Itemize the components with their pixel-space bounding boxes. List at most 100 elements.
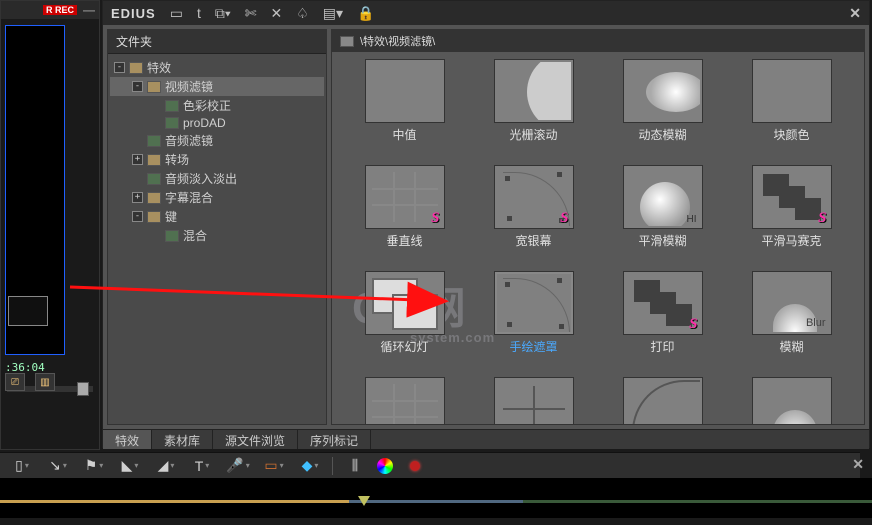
tree-node[interactable]: -特效 [110, 58, 324, 77]
thumbnail-image: HI [624, 166, 702, 228]
panel-tab[interactable]: 源文件浏览 [213, 430, 298, 449]
cursor-up-icon[interactable]: t [197, 5, 201, 21]
folder-icon[interactable]: ▭ [170, 5, 183, 22]
folder-icon [129, 62, 143, 74]
timeline-close-icon[interactable]: ✕ [852, 456, 864, 473]
lock-icon[interactable]: 🔒 [357, 5, 374, 22]
tree-node[interactable]: -视频滤镜 [110, 77, 324, 96]
tree-node[interactable]: 色彩校正 [110, 96, 324, 115]
effect-thumbnail[interactable] [479, 378, 589, 424]
thumbnail-label: 手绘遮罩 [509, 338, 557, 355]
delete-x-icon[interactable]: ✕ [270, 5, 282, 22]
tree-node[interactable]: proDAD [110, 115, 324, 131]
tree-toggle[interactable]: - [132, 81, 143, 92]
folder-icon [147, 192, 161, 204]
thumbnail-label: 平滑模糊 [638, 232, 686, 249]
tree-label: 音频滤镜 [165, 132, 213, 149]
flag-icon[interactable]: ⚑▾ [80, 456, 108, 476]
sliders-icon[interactable]: ⫼ [341, 456, 369, 476]
arrow-down-icon[interactable]: ↘▾ [44, 456, 72, 476]
effect-thumbnail[interactable]: 块颜色 [737, 60, 847, 160]
thumbnail-image [366, 60, 444, 122]
monitor-icon[interactable]: ▭▾ [260, 456, 288, 476]
tree-node[interactable]: 混合 [110, 226, 324, 245]
effect-icon [165, 230, 179, 242]
thumbnail-image: Blur [753, 272, 831, 334]
thumbnail-image [495, 60, 573, 122]
panel-tab[interactable]: 素材库 [152, 430, 213, 449]
folder-tree-panel: 文件夹 -特效-视频滤镜色彩校正proDAD音频滤镜+转场音频淡入淡出+字幕混合… [107, 29, 327, 425]
effect-badge: S [689, 316, 697, 333]
cut-left-icon[interactable]: ◣▾ [116, 456, 144, 476]
effect-thumbnail[interactable]: S平滑马赛克 [737, 166, 847, 266]
preview-tool-1[interactable]: ⎚ [5, 373, 25, 391]
cut-right-icon[interactable]: ◢▾ [152, 456, 180, 476]
thumbnail-label: 循环幻灯 [380, 338, 428, 355]
effect-thumbnail[interactable]: 中值 [350, 60, 460, 160]
effect-badge: S [431, 210, 439, 227]
thumbnail-label: 打印 [650, 338, 674, 355]
tree-toggle[interactable]: + [132, 192, 143, 203]
preview-selection-box[interactable] [8, 296, 48, 326]
effect-icon [147, 135, 161, 147]
effect-thumbnail[interactable]: HI 平滑模糊 [608, 166, 718, 266]
effect-thumbnail[interactable]: 循环幻灯 [350, 272, 460, 372]
page-icon[interactable]: ▯▾ [8, 456, 36, 476]
scissors-icon[interactable]: ✄ [245, 5, 257, 22]
timeline-track[interactable] [0, 500, 872, 503]
effect-thumbnail[interactable]: S 垂直线 [350, 166, 460, 266]
effect-thumbnail[interactable]: S 打印 [608, 272, 718, 372]
tree-toggle[interactable]: - [114, 62, 125, 73]
timeline[interactable] [0, 478, 872, 518]
tree-toggle[interactable]: + [132, 154, 143, 165]
layers-icon[interactable]: ▤▾ [323, 5, 343, 22]
palette-icon[interactable]: ♤ [296, 5, 309, 22]
preview-toolbar: ⎚ ▥ [5, 373, 55, 391]
effect-thumbnail[interactable]: 手绘遮罩 [479, 272, 589, 372]
tree-toggle [150, 230, 161, 241]
effect-badge: S [431, 422, 439, 424]
effect-thumbnail[interactable]: S宽银幕 [479, 166, 589, 266]
effects-grid[interactable]: GXI网 system.com 中值光栅滚动动态模糊块颜色S垂直线S宽银幕HI平… [332, 52, 864, 424]
effect-thumbnail[interactable] [608, 378, 718, 424]
effect-thumbnail[interactable]: S [350, 378, 460, 424]
thumbnail-image: S [753, 166, 831, 228]
tree-node[interactable]: +字幕混合 [110, 188, 324, 207]
tree-node[interactable]: +转场 [110, 150, 324, 169]
tree-label: 键 [165, 208, 177, 225]
separator [332, 457, 333, 475]
text-tool-icon[interactable]: T▾ [188, 456, 216, 476]
effect-thumbnail[interactable]: 光栅滚动 [479, 60, 589, 160]
tree-node[interactable]: 音频淡入淡出 [110, 169, 324, 188]
effect-thumbnail[interactable]: Blur模糊 [737, 272, 847, 372]
tree-label: proDAD [183, 116, 226, 130]
folder-tree[interactable]: -特效-视频滤镜色彩校正proDAD音频滤镜+转场音频淡入淡出+字幕混合-键混合 [108, 54, 326, 424]
preview-monitor[interactable] [5, 25, 65, 355]
thumbnail-image [495, 272, 573, 334]
minimize-icon[interactable]: — [83, 3, 95, 17]
tree-node[interactable]: -键 [110, 207, 324, 226]
tree-toggle[interactable]: - [132, 211, 143, 222]
folder-icon [147, 154, 161, 166]
hue-wheel-icon[interactable] [377, 458, 393, 474]
thumbnail-image [753, 60, 831, 122]
slider-thumb[interactable] [77, 382, 89, 396]
playhead-icon[interactable] [358, 496, 370, 506]
effect-thumbnail[interactable]: 动态模糊 [608, 60, 718, 160]
clone-icon[interactable]: ⧉▾ [215, 5, 231, 22]
thumbnail-label: 块颜色 [773, 126, 809, 143]
mic-icon[interactable]: 🎤▾ [224, 456, 252, 476]
close-icon[interactable]: ✕ [849, 5, 861, 22]
marker-icon[interactable]: ◆▾ [296, 456, 324, 476]
effect-thumbnail[interactable]: S [737, 378, 847, 424]
effects-titlebar: EDIUS ▭ t ⧉▾ ✄ ✕ ♤ ▤▾ 🔒 ✕ [103, 1, 869, 25]
tree-node[interactable]: 音频滤镜 [110, 131, 324, 150]
panel-tab[interactable]: 特效 [103, 430, 152, 449]
panel-tab[interactable]: 序列标记 [298, 430, 371, 449]
thumbnail-label: 动态模糊 [638, 126, 686, 143]
thumbnail-label: 垂直线 [386, 232, 422, 249]
preview-tool-2[interactable]: ▥ [35, 373, 55, 391]
tree-toggle [150, 118, 161, 129]
record-icon[interactable] [401, 456, 429, 476]
thumbnail-image: S [753, 378, 831, 424]
